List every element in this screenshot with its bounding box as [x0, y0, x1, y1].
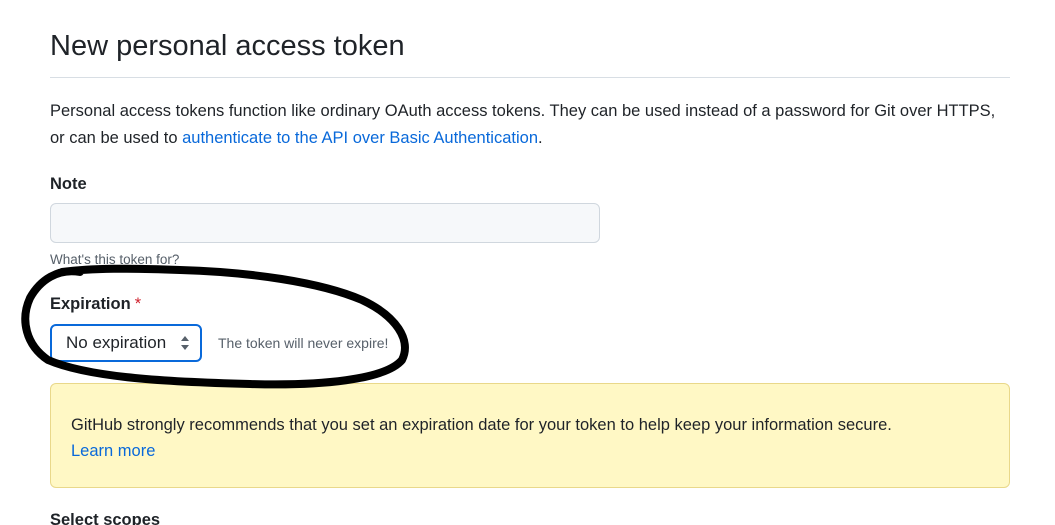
- intro-paragraph: Personal access tokens function like ord…: [50, 98, 1010, 152]
- warning-text: GitHub strongly recommends that you set …: [71, 416, 892, 434]
- required-marker: *: [134, 295, 142, 313]
- page-title: New personal access token: [50, 30, 405, 62]
- note-hint: What's this token for?: [50, 252, 180, 267]
- note-label: Note: [50, 175, 87, 193]
- learn-more-link[interactable]: Learn more: [71, 438, 989, 464]
- basic-auth-link[interactable]: authenticate to the API over Basic Authe…: [182, 129, 538, 147]
- chevron-up-down-icon: [181, 336, 189, 350]
- expiration-hint: The token will never expire!: [218, 335, 389, 351]
- note-input[interactable]: [50, 203, 600, 243]
- expiration-select[interactable]: No expiration: [50, 324, 202, 362]
- expiration-label-text: Expiration: [50, 295, 131, 313]
- new-token-page: New personal access token Personal acces…: [0, 0, 1055, 525]
- select-scopes-label: Select scopes: [50, 511, 161, 525]
- expiration-selected-value: No expiration: [66, 333, 167, 352]
- expiration-warning-flash: GitHub strongly recommends that you set …: [50, 383, 1010, 488]
- intro-suffix: .: [538, 129, 543, 147]
- title-divider: [50, 77, 1010, 78]
- expiration-label: Expiration *: [50, 292, 141, 316]
